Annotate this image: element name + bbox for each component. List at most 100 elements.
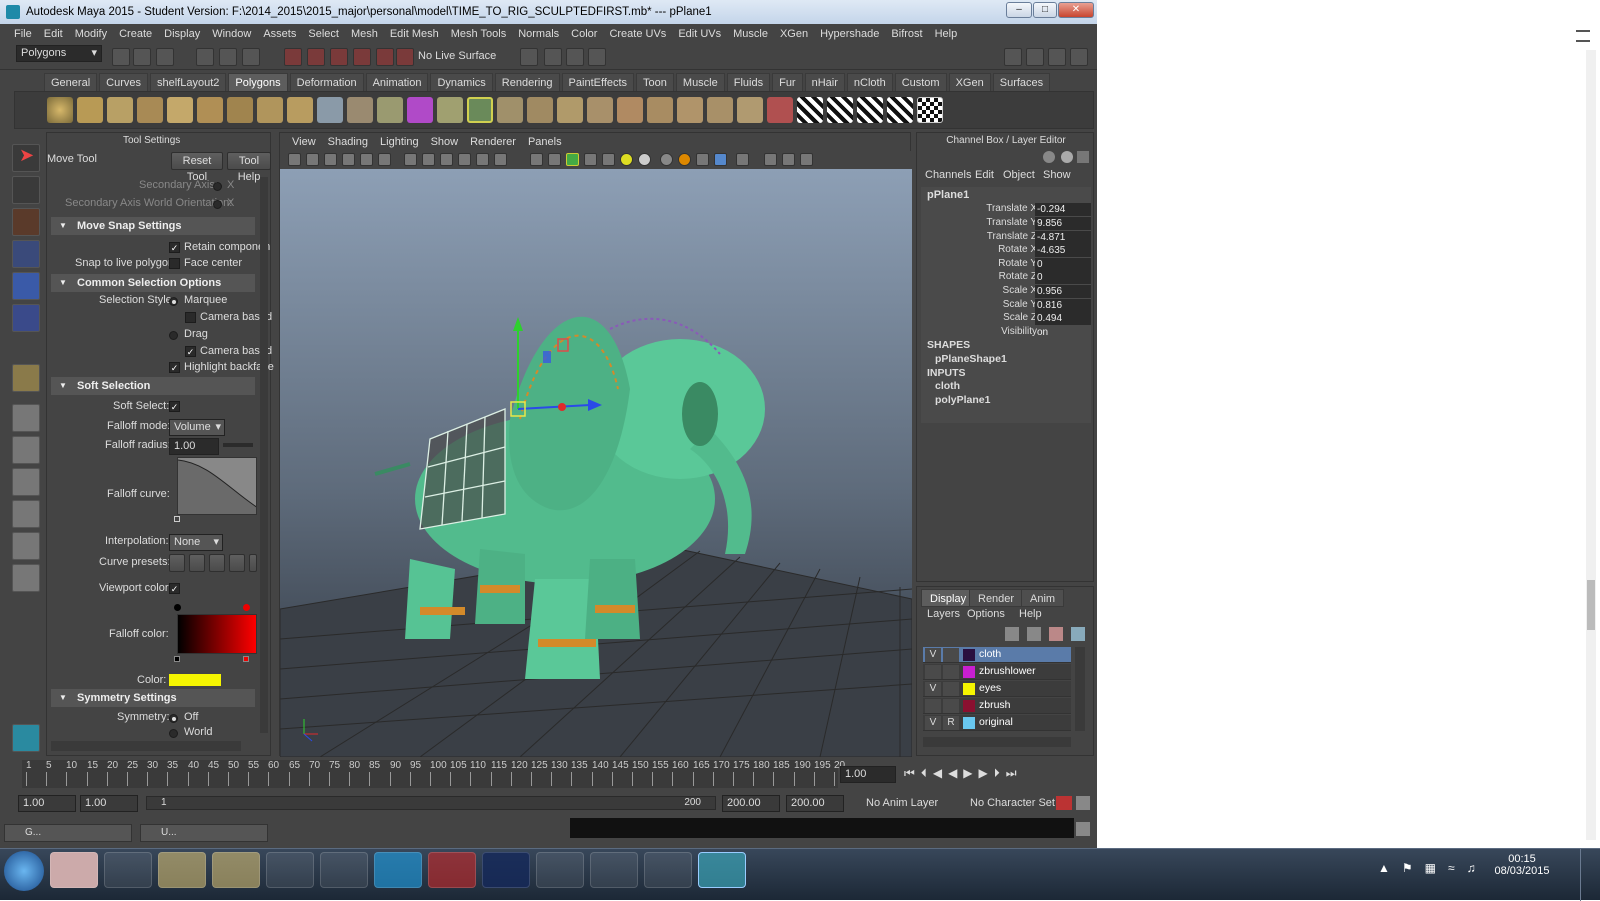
new-layer-empty-icon[interactable] [1005, 627, 1019, 641]
extract-icon[interactable] [377, 97, 403, 123]
split-icon[interactable] [617, 97, 643, 123]
attr-value[interactable]: 0 [1035, 271, 1091, 284]
new-scene-icon[interactable] [112, 48, 130, 66]
shelf-tab-curves[interactable]: Curves [99, 73, 148, 91]
play-backward-icon[interactable]: ◀ [948, 766, 957, 784]
camera-attributes-icon[interactable] [306, 153, 319, 166]
menu-color[interactable]: Color [565, 28, 603, 40]
screen-space-ao-icon[interactable] [660, 153, 673, 166]
curve-preset-4-button[interactable] [229, 554, 245, 572]
layer-row-eyes[interactable]: V eyes [923, 681, 1071, 697]
marquee-radio[interactable] [169, 297, 178, 306]
character-set-dropdown[interactable]: No Character Set [970, 797, 1055, 809]
poly-cylinder-icon[interactable] [107, 97, 133, 123]
minimize-button[interactable]: – [1006, 2, 1032, 18]
taskbar-folder-icon[interactable] [212, 852, 260, 888]
attr-value[interactable]: 0.494 [1035, 312, 1091, 325]
tray-network-icon[interactable]: ▦ [1425, 861, 1436, 875]
anim-layer-dropdown[interactable]: No Anim Layer [866, 797, 938, 809]
shelf-tab-toon[interactable]: Toon [636, 73, 674, 91]
save-scene-icon[interactable] [156, 48, 174, 66]
falloff-color-start-marker[interactable] [174, 604, 181, 611]
viewport-menu-panels[interactable]: Panels [522, 136, 568, 148]
shelf-tab-custom[interactable]: Custom [894, 73, 947, 91]
falloff-radius-slider[interactable] [223, 443, 253, 447]
layer-color-swatch[interactable] [963, 666, 975, 678]
soft-select-checkbox[interactable]: ✓ [169, 401, 180, 412]
taskbar-paint-icon[interactable] [590, 852, 638, 888]
current-frame-field[interactable]: 1.00 [840, 766, 896, 783]
taskbar-media-icon[interactable] [50, 852, 98, 888]
falloff-color-handle-2[interactable] [243, 656, 249, 662]
menu-hypershade[interactable]: Hypershade [814, 28, 885, 40]
render-current-icon[interactable] [566, 48, 584, 66]
taskbar-maya-icon[interactable] [698, 852, 746, 888]
live-surface-icon[interactable] [396, 48, 414, 66]
menu-display[interactable]: Display [158, 28, 206, 40]
offset-edge-loop-icon[interactable] [677, 97, 703, 123]
shelf-tab-dynamics[interactable]: Dynamics [430, 73, 493, 91]
image-plane-icon[interactable] [342, 153, 355, 166]
start-time-field[interactable]: 1.00 [18, 795, 76, 812]
camera-based-2-checkbox[interactable]: ✓ [185, 346, 196, 357]
falloff-color-handle-1[interactable] [174, 656, 180, 662]
layer-visibility-toggle[interactable] [925, 699, 941, 713]
tool-help-button[interactable]: Tool Help [227, 152, 271, 183]
falloff-color-ramp[interactable] [177, 614, 257, 654]
clock[interactable]: 00:15 08/03/2015 [1492, 853, 1552, 877]
move-layer-down-icon[interactable] [1071, 627, 1085, 641]
outliner-layout-icon[interactable] [12, 532, 40, 560]
extrude-icon[interactable] [497, 97, 523, 123]
xray-joints-icon[interactable] [782, 153, 795, 166]
last-tool-icon[interactable] [12, 364, 40, 392]
shelf-tab-fur[interactable]: Fur [772, 73, 803, 91]
shelf-tab-animation[interactable]: Animation [365, 73, 429, 91]
menu-select[interactable]: Select [302, 28, 345, 40]
uv-checker-icon[interactable] [797, 97, 823, 123]
anti-aliasing-icon[interactable] [696, 153, 709, 166]
viewport-menu-show[interactable]: Show [425, 136, 465, 148]
secondary-world-x-radio[interactable] [213, 200, 222, 209]
highlight-backface-checkbox[interactable]: ✓ [169, 362, 180, 373]
interpolation-dropdown[interactable]: None ▾ [169, 534, 223, 551]
reset-tool-button[interactable]: Reset Tool [171, 152, 223, 183]
menu-edit[interactable]: Edit [38, 28, 69, 40]
curve-preset-3-button[interactable] [209, 554, 225, 572]
shelf-tab-general[interactable]: General [44, 73, 98, 91]
xray-icon[interactable] [764, 153, 777, 166]
common-selection-header[interactable]: Common Selection Options [51, 274, 255, 292]
retain-component-checkbox[interactable]: ✓ [169, 242, 180, 253]
soft-selection-color-swatch[interactable] [169, 674, 221, 686]
desktop-scrollbar-thumb[interactable] [1587, 580, 1595, 630]
menu-assets[interactable]: Assets [257, 28, 302, 40]
step-back-frame-icon[interactable]: ◀ [933, 766, 942, 784]
separate-icon[interactable] [347, 97, 373, 123]
face-center-checkbox[interactable] [169, 258, 180, 269]
merge-icon[interactable] [707, 97, 733, 123]
curve-preset-1-button[interactable] [169, 554, 185, 572]
isolate-select-icon[interactable] [736, 153, 749, 166]
menu-edit-uvs[interactable]: Edit UVs [672, 28, 727, 40]
snap-curve-icon[interactable] [307, 48, 325, 66]
cone-red-icon[interactable] [767, 97, 793, 123]
auto-key-icon[interactable] [1056, 796, 1072, 810]
viewport-menu-view[interactable]: View [286, 136, 322, 148]
auto-map-icon[interactable] [887, 97, 913, 123]
desktop-scrollbar[interactable] [1586, 50, 1596, 840]
graph-layout-icon[interactable] [12, 500, 40, 528]
attr-value[interactable]: 9.856 [1035, 217, 1091, 230]
tray-volume-icon[interactable]: ♫ [1467, 861, 1476, 875]
cb-input-item[interactable]: polyPlane1 [935, 394, 990, 406]
start-button[interactable] [4, 851, 44, 891]
attr-value[interactable]: on [1035, 326, 1091, 339]
xray-components-icon[interactable] [800, 153, 813, 166]
attr-value[interactable]: -4.871 [1035, 231, 1091, 244]
step-forward-frame-icon[interactable]: ▶ [979, 766, 988, 784]
wireframe-on-shaded-icon[interactable] [566, 153, 579, 166]
shelf-tab-surfaces[interactable]: Surfaces [992, 73, 1051, 91]
snap-point-icon[interactable] [330, 48, 348, 66]
render-view-icon[interactable] [544, 48, 562, 66]
combine-icon[interactable] [317, 97, 343, 123]
layer-color-swatch[interactable] [963, 717, 975, 729]
layer-reference-toggle[interactable] [943, 648, 959, 662]
